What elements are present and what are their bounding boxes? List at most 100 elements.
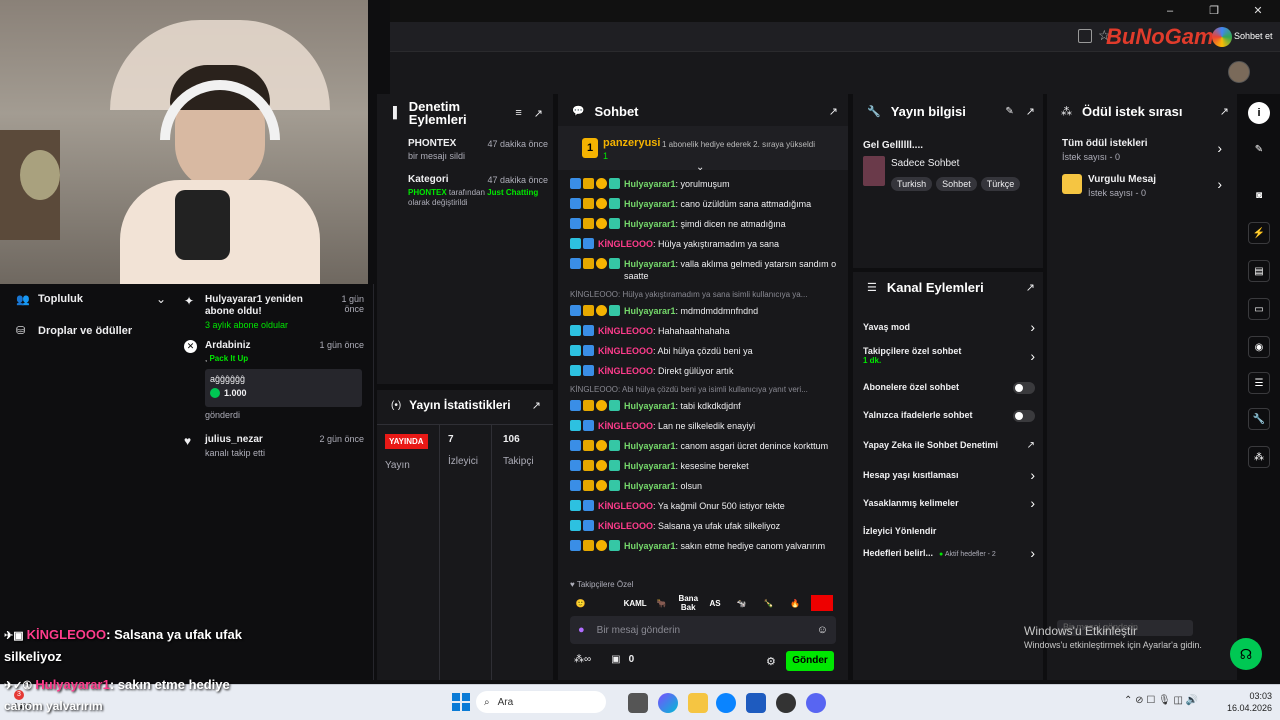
category-thumbnail[interactable] bbox=[863, 156, 885, 186]
chat-message[interactable]: KİNGLEOOO: Lan ne silkeledik enayiyi bbox=[570, 420, 842, 432]
chat-message[interactable]: KİNGLEOOO: Hahahaahhahaha bbox=[570, 325, 842, 337]
chat-username[interactable]: Hulyayarar1 bbox=[624, 306, 676, 316]
toggle-control[interactable] bbox=[1013, 410, 1035, 422]
channel-action-item[interactable]: Abonelere özel sohbet bbox=[863, 382, 1035, 394]
chat-username[interactable]: KİNGLEOOO bbox=[598, 239, 653, 249]
chat-message[interactable]: Hulyayarar1: kesesine bereket bbox=[570, 460, 842, 472]
channel-action-item[interactable]: İzleyici Yönlendir bbox=[863, 526, 1035, 536]
taskbar-search[interactable]: ⌕ Ara bbox=[476, 691, 606, 713]
nav-item-drops[interactable]: ⛁ Droplar ve ödüller bbox=[16, 324, 166, 338]
copilot-app-icon[interactable] bbox=[658, 693, 678, 713]
emote[interactable]: 🙂 bbox=[570, 599, 592, 608]
chat-username[interactable]: Hulyayarar1 bbox=[624, 481, 676, 491]
chevron-right-icon[interactable]: › bbox=[1030, 319, 1035, 335]
chat-username[interactable]: Hulyayarar1 bbox=[624, 179, 676, 189]
avatar[interactable] bbox=[1228, 61, 1250, 83]
edit-pencil-icon[interactable]: ✎ bbox=[1005, 106, 1013, 117]
channel-action-item[interactable]: Yasaklanmış kelimeler › bbox=[863, 495, 1035, 511]
document-icon[interactable]: ▤ bbox=[1248, 260, 1270, 282]
chat-message[interactable]: KİNGLEOOO: Ya kağmil Onur 500 istiyor te… bbox=[570, 500, 842, 512]
reward-item[interactable]: Tüm ödül istekleri İstek sayısı - 0 › bbox=[1062, 138, 1222, 162]
chevron-right-icon[interactable]: › bbox=[1030, 348, 1035, 364]
popout-icon[interactable]: ↗ bbox=[1220, 105, 1229, 118]
read-aloud-icon[interactable] bbox=[1078, 29, 1092, 43]
activity-item[interactable]: ✕ Ardabiniz 1 gün önce , Pack It Up aĝĝĝ… bbox=[184, 340, 364, 420]
chat-message[interactable]: Hulyayarar1: mdmdmddmnfndnd bbox=[570, 305, 842, 317]
chat-bubble-icon[interactable]: ▭ bbox=[1248, 298, 1270, 320]
popout-icon[interactable]: ↗ bbox=[829, 105, 838, 118]
emote[interactable]: 🍾 bbox=[758, 599, 780, 608]
external-link-icon[interactable]: ↗ bbox=[1027, 440, 1035, 451]
broadcast-icon[interactable]: ◉ bbox=[1248, 336, 1270, 358]
obs-icon[interactable] bbox=[776, 693, 796, 713]
chevron-right-icon[interactable]: › bbox=[1030, 495, 1035, 511]
chat-message[interactable]: KİNGLEOOO: Salsana ya ufak ufak silkeliy… bbox=[570, 520, 842, 532]
moderation-item[interactable]: PHONTEX 47 dakika önce bir mesajı sildi bbox=[408, 138, 548, 161]
chat-message[interactable]: KİNGLEOOO: Direkt gülüyor artık bbox=[570, 365, 842, 377]
chat-username[interactable]: Hulyayarar1 bbox=[624, 541, 676, 551]
chat-message[interactable]: Hulyayarar1: cano üzüldüm sana attmadığı… bbox=[570, 198, 842, 210]
chat-username[interactable]: KİNGLEOOO bbox=[598, 421, 653, 431]
store-icon[interactable] bbox=[746, 693, 766, 713]
wrench-icon[interactable]: 🔧 bbox=[1248, 408, 1270, 430]
chat-message[interactable]: Hulyayarar1: yorulmuşum bbox=[570, 178, 842, 190]
info-icon[interactable]: i bbox=[1248, 102, 1270, 124]
emoji-icon[interactable]: ☺ bbox=[817, 624, 828, 636]
channel-action-item[interactable]: Hesap yaşı kısıtlaması › bbox=[863, 467, 1035, 483]
chat-username[interactable]: Hulyayarar1 bbox=[624, 461, 676, 471]
task-view-icon[interactable] bbox=[628, 693, 648, 713]
chat-message[interactable]: Hulyayarar1: canom asgari ücret denince … bbox=[570, 440, 842, 452]
tag[interactable]: Sohbet bbox=[936, 177, 977, 191]
tray-icons[interactable]: ⌃ ⊘ ☐ 🎙 ◫ 🔊 bbox=[1124, 695, 1198, 706]
windows-start-icon[interactable] bbox=[452, 693, 470, 711]
minimize-button[interactable]: – bbox=[1148, 0, 1192, 22]
channel-action-item[interactable]: Yalnızca ifadelerle sohbet bbox=[863, 410, 1035, 422]
chat-username[interactable]: KİNGLEOOO bbox=[598, 501, 653, 511]
chat-message[interactable]: Hulyayarar1: olsun bbox=[570, 480, 842, 492]
channel-action-item[interactable]: Yavaş mod › bbox=[863, 319, 1035, 335]
chat-username[interactable]: Hulyayarar1 bbox=[624, 401, 676, 411]
chat-username[interactable]: Hulyayarar1 bbox=[624, 441, 676, 451]
chat-input[interactable]: ● Bir mesaj gönderin ☺ bbox=[570, 616, 836, 644]
maximize-button[interactable]: ❐ bbox=[1192, 0, 1236, 22]
lightning-icon[interactable]: ⚡ bbox=[1248, 222, 1270, 244]
popout-icon[interactable]: ↗ bbox=[532, 399, 541, 412]
chat-username[interactable]: KİNGLEOOO bbox=[598, 366, 653, 376]
gift-box-icon[interactable]: ▣ bbox=[611, 654, 620, 665]
channel-action-item[interactable]: Yapay Zeka ile Sohbet Denetimi ↗ bbox=[863, 440, 1035, 451]
close-button[interactable]: ✕ bbox=[1236, 0, 1280, 22]
channel-action-item[interactable]: Hedefleri belirl... ● Aktif hedefler - 2 › bbox=[863, 545, 1035, 561]
points-icon[interactable]: ⁂∞ bbox=[574, 654, 591, 665]
chat-button-label[interactable]: Sohbet et bbox=[1234, 31, 1273, 41]
copilot-icon[interactable] bbox=[1212, 27, 1232, 47]
chat-message[interactable]: Hulyayarar1: sakın etme hediye canom yal… bbox=[570, 540, 842, 552]
file-explorer-icon[interactable] bbox=[688, 693, 708, 713]
send-button[interactable]: Gönder bbox=[786, 651, 834, 671]
chat-username[interactable]: KİNGLEOOO bbox=[598, 346, 653, 356]
list-icon[interactable]: ☰ bbox=[1248, 372, 1270, 394]
emote[interactable]: 🐄 bbox=[731, 599, 753, 608]
emote[interactable]: AS bbox=[704, 599, 726, 608]
chevron-right-icon[interactable]: › bbox=[1030, 467, 1035, 483]
chat-username[interactable]: KİNGLEOOO bbox=[598, 521, 653, 531]
chat-message[interactable]: Hulyayarar1: tabi kdkdkdjdnf bbox=[570, 400, 842, 412]
settings-gear-icon[interactable]: ⚙ bbox=[766, 655, 776, 668]
discord-icon[interactable] bbox=[806, 693, 826, 713]
activity-item[interactable]: ♥ julius_nezar 2 gün önce kanalı takip e… bbox=[184, 434, 364, 458]
emote[interactable]: ■ bbox=[811, 595, 834, 611]
tag[interactable]: Turkish bbox=[891, 177, 933, 191]
edge-browser-icon[interactable] bbox=[716, 693, 736, 713]
chat-message[interactable]: Hulyayarar1: valla aklıma gelmedi yatars… bbox=[570, 258, 842, 282]
popout-icon[interactable]: ↗ bbox=[1026, 281, 1035, 294]
tag[interactable]: Türkçe bbox=[980, 177, 1021, 191]
activity-item[interactable]: ✦ Hulyayarar1 yeniden abone oldu! 1 gün … bbox=[184, 294, 364, 330]
chat-username[interactable]: Hulyayarar1 bbox=[624, 259, 676, 269]
camera-icon[interactable]: ◙ bbox=[1248, 184, 1270, 206]
toggle-control[interactable] bbox=[1013, 382, 1035, 394]
edit-pencil-icon[interactable]: ✎ bbox=[1248, 138, 1270, 160]
support-headset-icon[interactable]: ☊ bbox=[1230, 638, 1262, 670]
reward-item[interactable]: Vurgulu Mesaj İstek sayısı - 0 › bbox=[1062, 174, 1222, 198]
channel-action-item[interactable]: Takipçilere özel sohbet 1 dk. › bbox=[863, 346, 1035, 365]
collapse-icon[interactable]: ⌄ bbox=[696, 162, 704, 173]
emote[interactable]: 🐂 bbox=[651, 599, 673, 608]
